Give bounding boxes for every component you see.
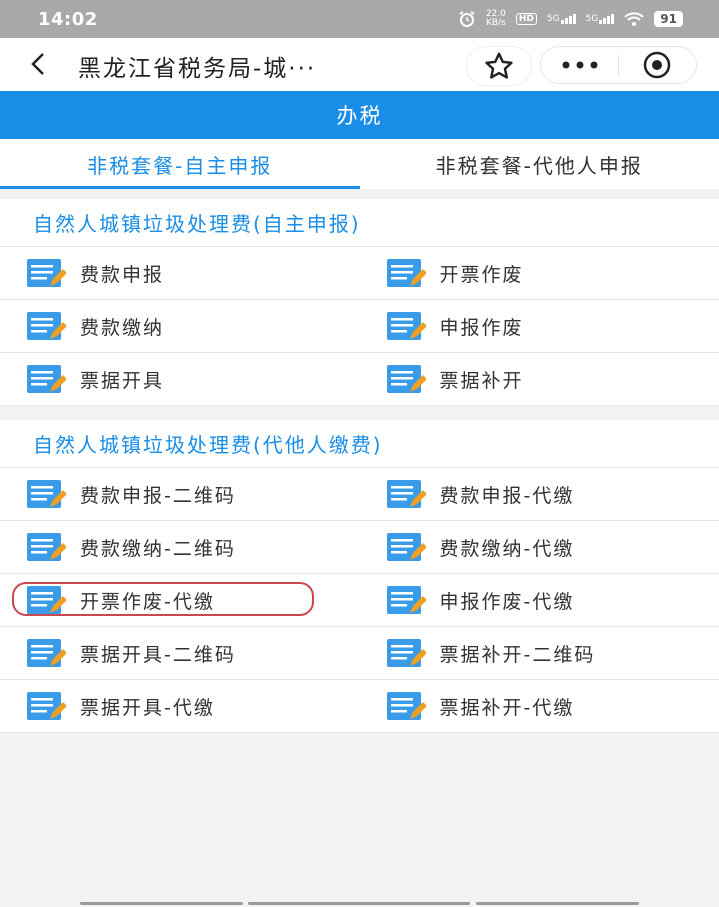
menu-item-label: 票据开具-代缴 bbox=[80, 696, 215, 719]
menu-item-label: 费款缴纳 bbox=[80, 316, 165, 339]
menu-item[interactable]: 费款缴纳-代缴 bbox=[360, 521, 719, 573]
record-icon bbox=[644, 51, 671, 79]
table-row: 费款缴纳-二维码 费款缴纳-代缴 bbox=[0, 521, 719, 574]
menu-item-label: 费款缴纳-二维码 bbox=[80, 537, 236, 560]
menu-item-label: 费款申报-代缴 bbox=[439, 484, 575, 507]
page-header: 办税 bbox=[0, 91, 719, 139]
menu-item[interactable]: 票据开具 bbox=[0, 353, 360, 405]
menu-item[interactable]: 申报作废 bbox=[360, 300, 719, 352]
home-indicator bbox=[80, 902, 243, 905]
section-proxy-pay: 自然人城镇垃圾处理费(代他人缴费) 费款申报-二维码 费款申报-代缴 费款缴纳-… bbox=[0, 420, 719, 733]
document-edit-icon bbox=[386, 639, 426, 667]
alarm-icon bbox=[459, 11, 475, 27]
table-row: 开票作废-代缴 申报作废-代缴 bbox=[0, 574, 719, 627]
favorite-button[interactable] bbox=[466, 46, 532, 86]
menu-item-label: 票据开具 bbox=[80, 369, 165, 392]
document-edit-icon bbox=[27, 365, 66, 393]
close-button[interactable] bbox=[619, 47, 696, 83]
network-speed: 22.0 KB/s bbox=[486, 10, 506, 28]
menu-item-label: 票据补开-代缴 bbox=[439, 696, 575, 719]
menu-item[interactable]: 费款申报-代缴 bbox=[360, 468, 719, 520]
menu-item[interactable]: 费款缴纳 bbox=[0, 300, 360, 352]
menu-item-label: 开票作废-代缴 bbox=[80, 590, 215, 613]
menu-item-label: 开票作废 bbox=[439, 263, 524, 286]
status-bar: 14:02 22.0 KB/s HD 5G 5G 91 bbox=[0, 0, 719, 38]
more-icon bbox=[562, 61, 597, 69]
section-self-declare: 自然人城镇垃圾处理费(自主申报) 费款申报 开票作废 费款缴纳 申报作废 票据开… bbox=[0, 199, 719, 406]
document-edit-icon bbox=[27, 639, 66, 667]
status-time: 14:02 bbox=[38, 8, 98, 30]
menu-item-label: 票据补开 bbox=[439, 369, 524, 392]
document-edit-icon bbox=[386, 533, 426, 561]
document-edit-icon bbox=[27, 586, 66, 614]
menu-item[interactable]: 费款缴纳-二维码 bbox=[0, 521, 360, 573]
nav-title: 黑龙江省税务局-城··· bbox=[78, 56, 317, 82]
document-edit-icon bbox=[27, 692, 66, 720]
back-arrow-icon[interactable] bbox=[26, 52, 50, 76]
menu-item-label: 申报作废-代缴 bbox=[439, 590, 575, 613]
document-edit-icon bbox=[386, 365, 426, 393]
menu-item[interactable]: 开票作废 bbox=[360, 247, 719, 299]
table-row: 票据开具 票据补开 bbox=[0, 353, 719, 406]
status-icons: 22.0 KB/s HD 5G 5G 91 bbox=[458, 10, 683, 28]
menu-item-label: 申报作废 bbox=[439, 316, 524, 339]
tab-bar: 非税套餐-自主申报 非税套餐-代他人申报 bbox=[0, 139, 719, 189]
document-edit-icon bbox=[27, 312, 66, 340]
menu-item-label: 费款缴纳-代缴 bbox=[439, 537, 575, 560]
document-edit-icon bbox=[386, 692, 426, 720]
document-edit-icon bbox=[27, 259, 66, 287]
menu-item[interactable]: 申报作废-代缴 bbox=[360, 574, 719, 626]
star-icon bbox=[485, 52, 513, 79]
hd-badge: HD bbox=[515, 13, 537, 25]
table-row: 票据开具-代缴 票据补开-代缴 bbox=[0, 680, 719, 733]
battery-level: 91 bbox=[654, 11, 683, 27]
page-title: 办税 bbox=[336, 104, 383, 128]
tab-proxy-declare[interactable]: 非税套餐-代他人申报 bbox=[360, 139, 719, 189]
mini-program-capsule bbox=[540, 46, 697, 84]
tab-proxy-declare-label: 非税套餐-代他人申报 bbox=[435, 153, 643, 178]
document-edit-icon bbox=[386, 312, 426, 340]
more-button[interactable] bbox=[541, 47, 618, 83]
network-speed-unit: KB/s bbox=[485, 18, 506, 28]
document-edit-icon bbox=[386, 480, 426, 508]
menu-item[interactable]: 开票作废-代缴 bbox=[0, 574, 360, 626]
wifi-icon bbox=[624, 12, 644, 26]
menu-item-label: 费款申报 bbox=[80, 263, 165, 286]
document-edit-icon bbox=[386, 259, 426, 287]
table-row: 费款缴纳 申报作废 bbox=[0, 300, 719, 353]
menu-item[interactable]: 票据开具-二维码 bbox=[0, 627, 360, 679]
menu-item-label: 票据开具-二维码 bbox=[80, 643, 236, 666]
menu-item[interactable]: 票据补开-代缴 bbox=[360, 680, 719, 732]
document-edit-icon bbox=[386, 586, 426, 614]
net2-label: 5G bbox=[585, 14, 599, 24]
tab-self-declare-label: 非税套餐-自主申报 bbox=[87, 153, 273, 178]
menu-item[interactable]: 票据开具-代缴 bbox=[0, 680, 360, 732]
menu-item-label: 票据补开-二维码 bbox=[439, 643, 596, 666]
document-edit-icon bbox=[27, 533, 66, 561]
section-title: 自然人城镇垃圾处理费(代他人缴费) bbox=[0, 420, 719, 468]
signal-2-icon: 5G bbox=[586, 14, 615, 24]
menu-item[interactable]: 票据补开-二维码 bbox=[360, 627, 719, 679]
menu-item-label: 费款申报-二维码 bbox=[80, 484, 236, 507]
signal-1-icon: 5G bbox=[547, 14, 576, 24]
table-row: 费款申报 开票作废 bbox=[0, 247, 719, 300]
net1-label: 5G bbox=[546, 14, 560, 24]
home-indicator bbox=[248, 902, 470, 905]
section-title: 自然人城镇垃圾处理费(自主申报) bbox=[0, 199, 719, 247]
home-indicator bbox=[476, 902, 639, 905]
document-edit-icon bbox=[27, 480, 66, 508]
nav-bar: 黑龙江省税务局-城··· bbox=[0, 38, 719, 91]
menu-item[interactable]: 费款申报 bbox=[0, 247, 360, 299]
menu-item[interactable]: 费款申报-二维码 bbox=[0, 468, 360, 520]
menu-item[interactable]: 票据补开 bbox=[360, 353, 719, 405]
table-row: 票据开具-二维码 票据补开-二维码 bbox=[0, 627, 719, 680]
tab-self-declare[interactable]: 非税套餐-自主申报 bbox=[0, 139, 360, 189]
table-row: 费款申报-二维码 费款申报-代缴 bbox=[0, 468, 719, 521]
